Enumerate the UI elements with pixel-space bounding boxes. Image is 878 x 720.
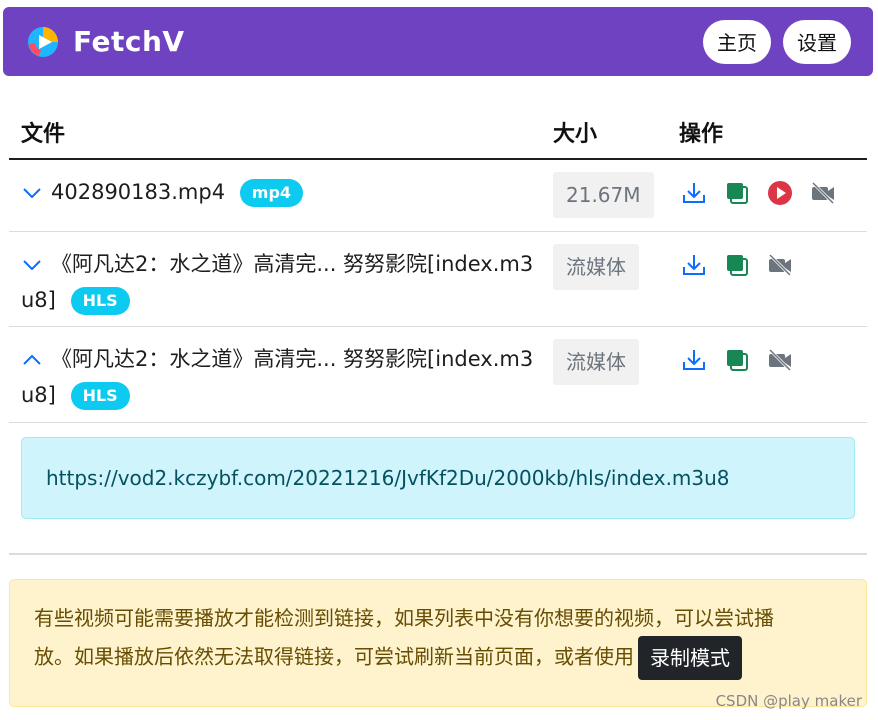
brand[interactable]: FetchV (25, 22, 185, 62)
table-row: 《阿凡达2：水之道》高清完... 努努影院[index.m3 u8] HLS 流… (9, 327, 867, 423)
file-size: 流媒体 (553, 244, 639, 290)
file-name-continued: u8] (21, 288, 56, 312)
download-icon[interactable] (681, 252, 707, 278)
file-name-continued: u8] (21, 383, 56, 407)
file-table: 文件 大小 操作 402890183.mp4 mp4 21.67M 《阿凡达2：… (9, 100, 867, 423)
table-row: 《阿凡达2：水之道》高清完... 努努影院[index.m3 u8] HLS 流… (9, 232, 867, 327)
fetchv-logo-icon (25, 22, 65, 62)
record-off-icon[interactable] (767, 252, 793, 278)
url-detail-box[interactable]: https://vod2.kczybf.com/20221216/JvfKf2D… (21, 437, 855, 519)
record-off-icon[interactable] (810, 180, 836, 206)
notice-alert: 有些视频可能需要播放才能检测到链接，如果列表中没有你想要的视频，可以尝试播 放。… (9, 579, 867, 707)
copy-icon[interactable] (724, 252, 750, 278)
notice-line-2-text: 放。如果播放后依然无法取得链接，可尝试刷新当前页面，或者使用 (34, 644, 634, 669)
watermark: CSDN @play maker (715, 692, 862, 710)
copy-icon[interactable] (724, 180, 750, 206)
home-button[interactable]: 主页 (703, 19, 771, 64)
copy-icon[interactable] (724, 347, 750, 373)
chevron-down-icon[interactable] (21, 182, 43, 204)
file-name: 《阿凡达2：水之道》高清完... 努努影院[index.m3 (51, 252, 534, 276)
app-name: FetchV (73, 25, 185, 58)
settings-button[interactable]: 设置 (783, 19, 851, 64)
file-name: 402890183.mp4 (51, 180, 226, 204)
column-actions: 操作 (679, 122, 724, 147)
file-name: 《阿凡达2：水之道》高清完... 努努影院[index.m3 (51, 347, 534, 371)
download-icon[interactable] (681, 180, 707, 206)
chevron-up-icon[interactable] (21, 349, 43, 371)
row-actions (681, 180, 836, 206)
table-header: 文件 大小 操作 (9, 100, 867, 160)
file-type-badge: HLS (70, 382, 130, 410)
file-size: 流媒体 (553, 339, 639, 385)
column-file: 文件 (21, 122, 66, 147)
file-type-badge: HLS (70, 287, 130, 315)
table-row: 402890183.mp4 mp4 21.67M (9, 160, 867, 232)
play-icon[interactable] (767, 180, 793, 206)
row-actions (681, 252, 793, 278)
url-detail-row: https://vod2.kczybf.com/20221216/JvfKf2D… (9, 424, 867, 555)
record-mode-button[interactable]: 录制模式 (638, 636, 742, 680)
file-name-row: u8] HLS (21, 282, 130, 318)
column-size: 大小 (553, 122, 598, 147)
stream-url[interactable]: https://vod2.kczybf.com/20221216/JvfKf2D… (46, 466, 730, 490)
file-type-badge: mp4 (239, 179, 304, 207)
record-off-icon[interactable] (767, 347, 793, 373)
chevron-down-icon[interactable] (21, 254, 43, 276)
download-icon[interactable] (681, 347, 707, 373)
file-size: 21.67M (553, 172, 654, 218)
top-navbar: FetchV 主页 设置 (3, 7, 873, 76)
row-actions (681, 347, 793, 373)
file-name-row: u8] HLS (21, 377, 130, 413)
notice-line-2: 放。如果播放后依然无法取得链接，可尝试刷新当前页面，或者使用 录制模式 (34, 636, 842, 680)
file-name-row: 402890183.mp4 mp4 (51, 174, 304, 210)
notice-line-1: 有些视频可能需要播放才能检测到链接，如果列表中没有你想要的视频，可以尝试播 (34, 606, 774, 630)
